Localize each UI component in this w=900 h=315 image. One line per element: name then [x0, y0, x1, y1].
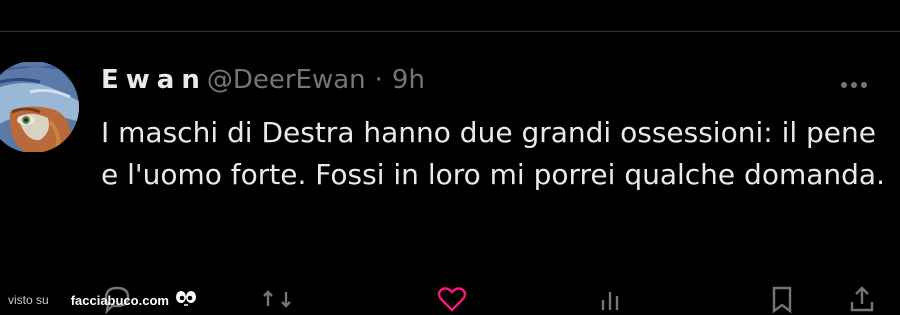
more-horizontal-icon[interactable]: [836, 75, 872, 95]
display-name[interactable]: Ewan: [101, 65, 207, 95]
bookmark-icon[interactable]: [765, 282, 799, 315]
eyes-icon: [175, 289, 197, 311]
tweet-card[interactable]: Ewan @DeerEwan · 9h I maschi di Destra h…: [0, 32, 900, 315]
share-icon[interactable]: [845, 282, 879, 315]
watermark-prefix: visto su: [8, 293, 49, 307]
like-icon[interactable]: [435, 282, 469, 315]
tweet-header: Ewan @DeerEwan · 9h: [101, 65, 425, 99]
user-handle[interactable]: @DeerEwan: [207, 65, 366, 95]
watermark: visto su facciabuco.com: [8, 290, 197, 310]
timestamp[interactable]: 9h: [392, 65, 425, 95]
action-bar: [100, 282, 880, 315]
avatar[interactable]: [0, 62, 80, 152]
watermark-brand: facciabuco.com: [70, 292, 169, 308]
retweet-icon[interactable]: [260, 282, 294, 315]
tweet-text: I maschi di Destra hanno due grandi osse…: [101, 116, 885, 191]
views-icon[interactable]: [595, 282, 629, 315]
separator-dot: ·: [374, 65, 383, 95]
